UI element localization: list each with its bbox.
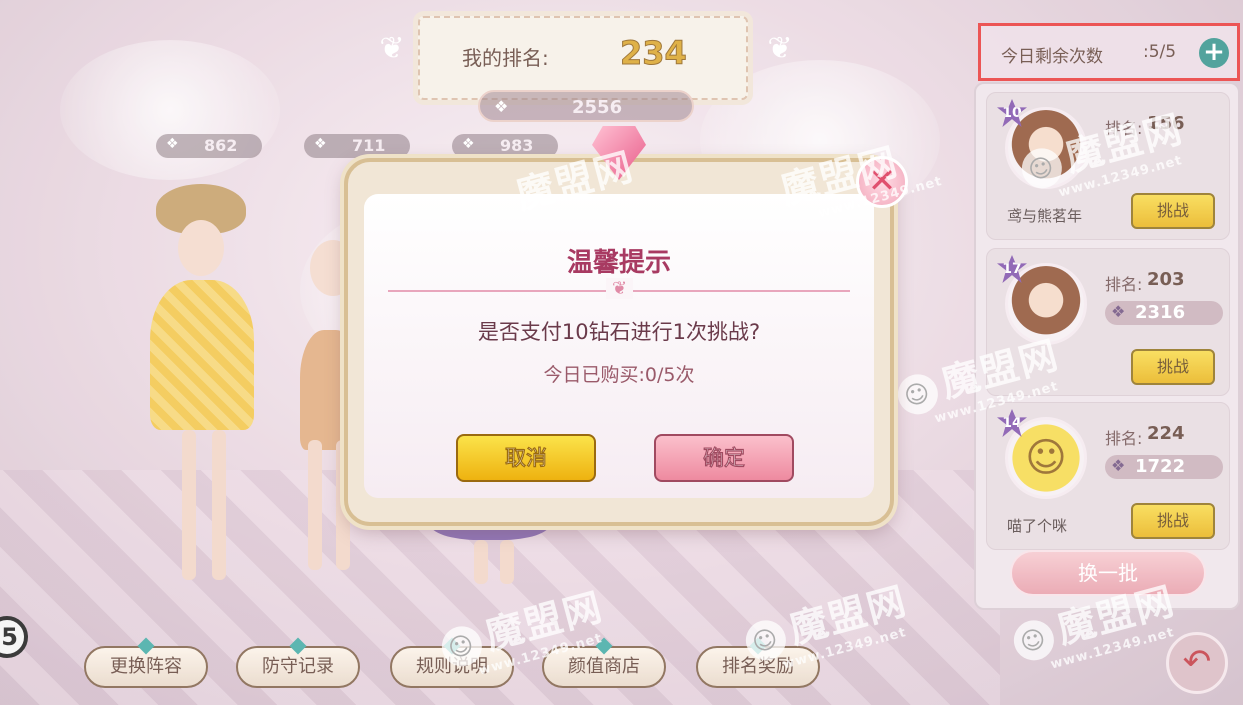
ornament-divider — [388, 278, 850, 299]
dialog-message: 是否支付10钻石进行1次挑战? — [477, 320, 761, 344]
confirm-button[interactable]: 确定 — [654, 434, 794, 482]
dialog-title: 温馨提示 — [566, 248, 671, 278]
dialog-body: 温馨提示 是否支付10钻石进行1次挑战? 今日已购买:0/5次 取消 确定 — [364, 194, 874, 498]
cancel-button[interactable]: 取消 — [456, 434, 596, 482]
purchase-count-text: 今日已购买:0/5次 — [543, 364, 695, 386]
